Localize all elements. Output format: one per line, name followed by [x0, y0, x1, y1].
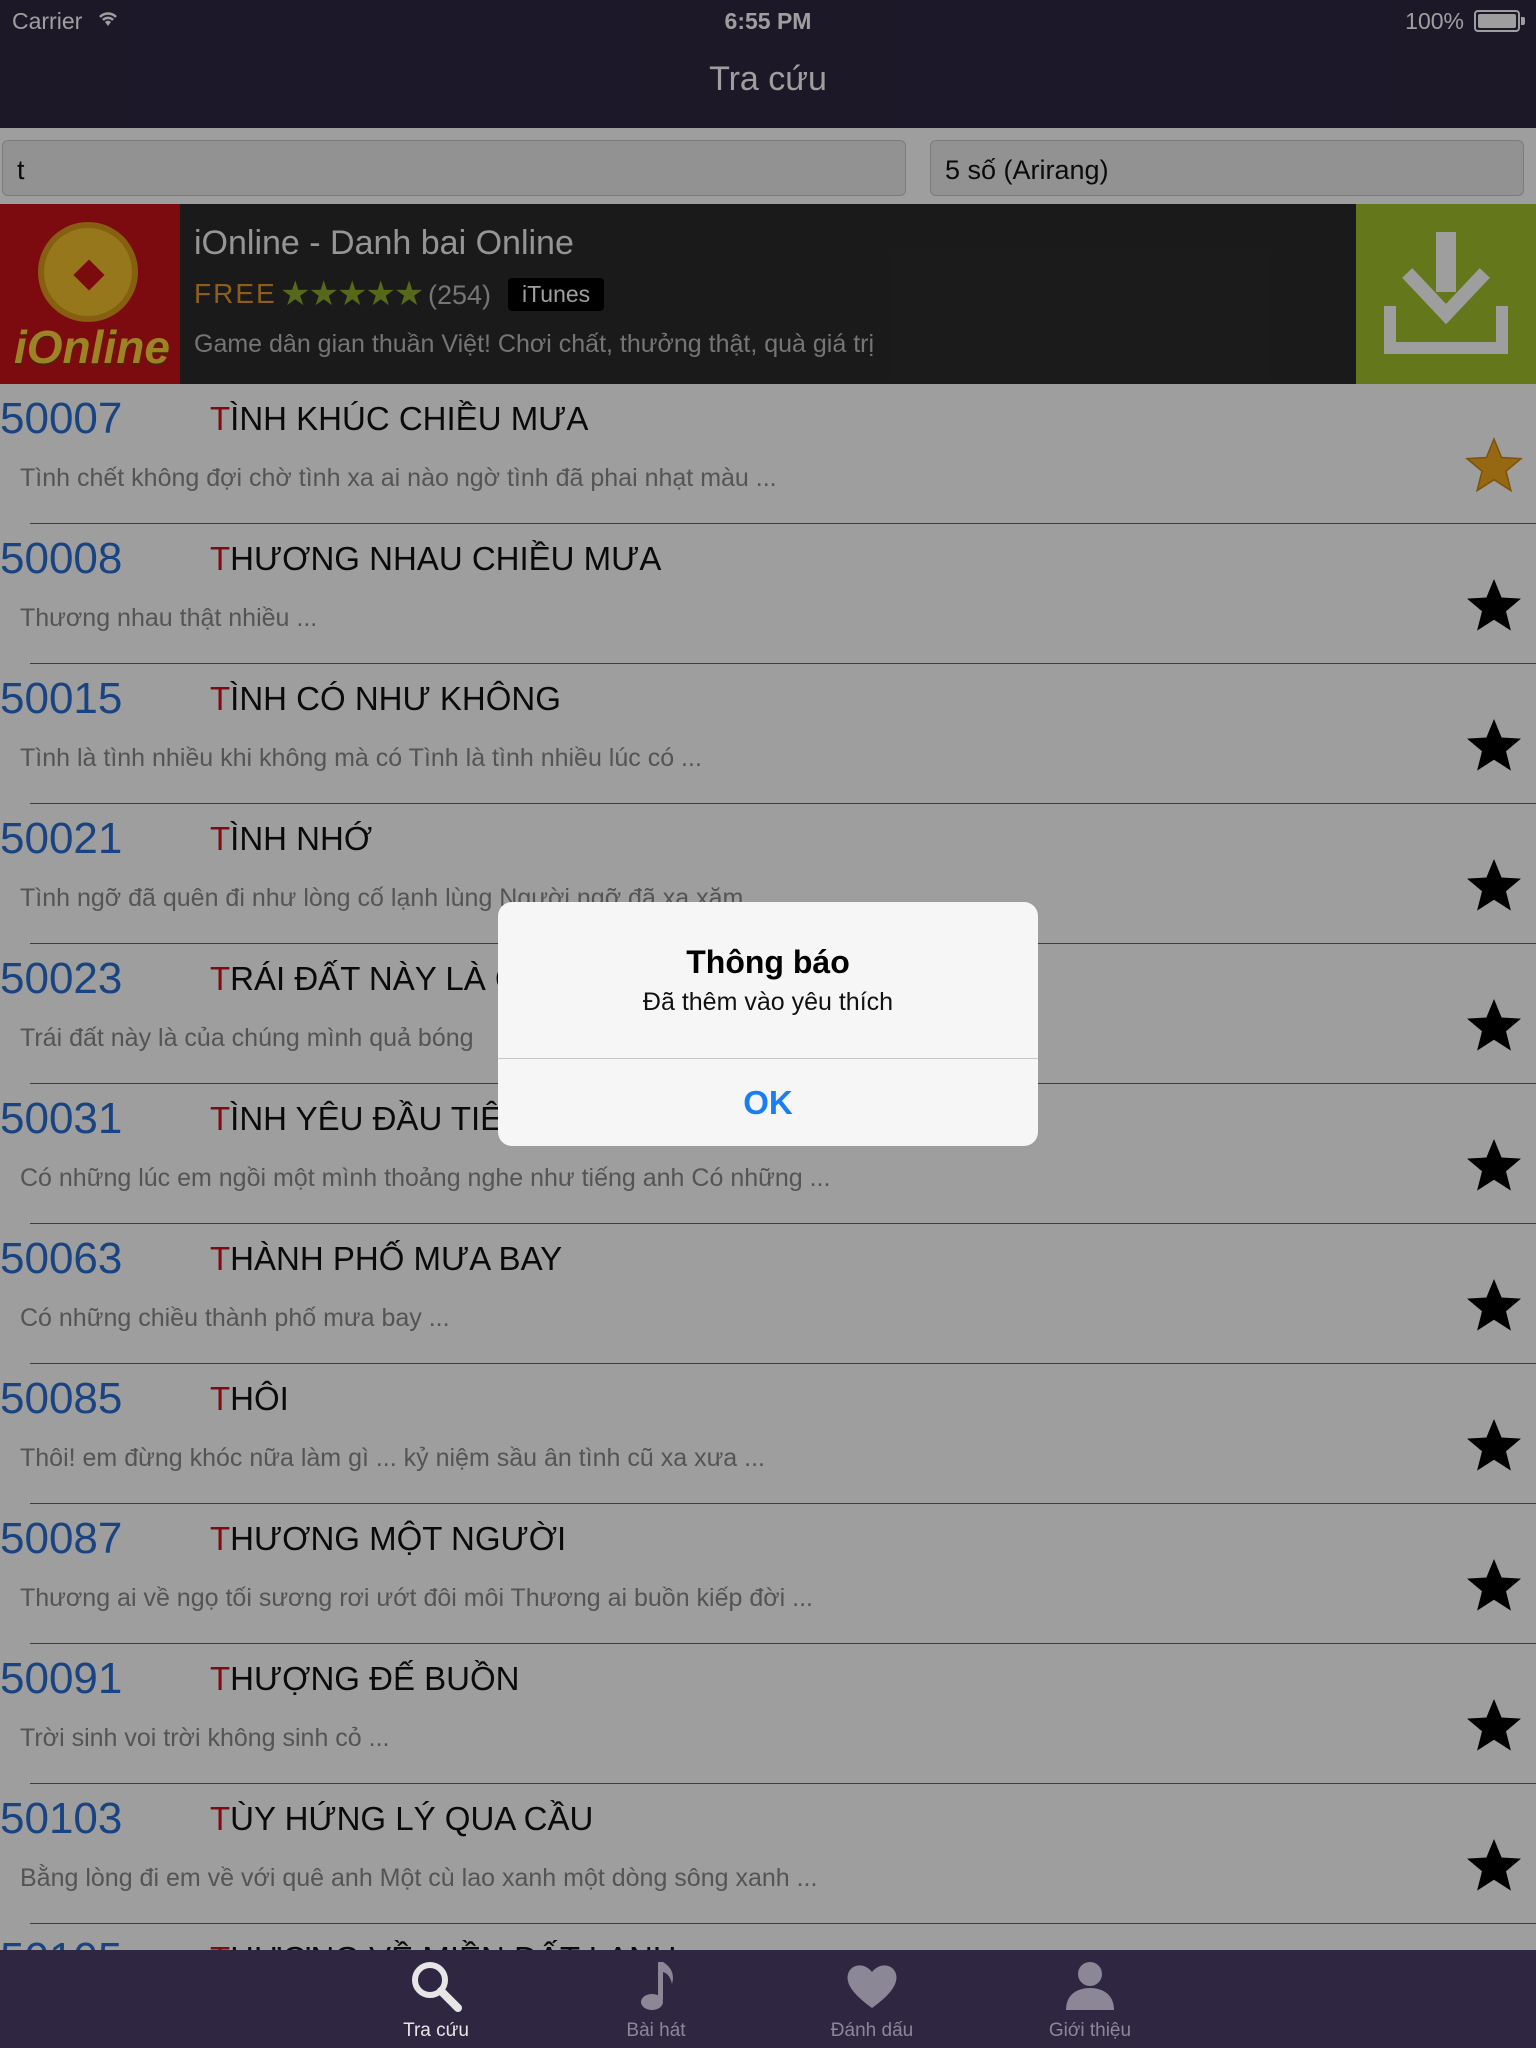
- alert-dialog: Thông báo Đã thêm vào yêu thích OK: [498, 902, 1038, 1146]
- tab-label: Đánh dấu: [830, 2020, 914, 2041]
- tab-4[interactable]: Giới thiệu: [990, 1950, 1190, 2048]
- tab-2[interactable]: Bài hát: [556, 1950, 756, 2048]
- tab-1[interactable]: Tra cứu: [336, 1950, 536, 2048]
- alert-title: Thông báo: [686, 944, 850, 980]
- tab-label: Giới thiệu: [1048, 2020, 1132, 2041]
- tab-label: Tra cứu: [403, 2020, 469, 2041]
- tab-label: Bài hát: [626, 2020, 686, 2041]
- ok-button[interactable]: OK: [498, 1059, 1038, 1146]
- search-icon: [406, 1958, 466, 2014]
- music-note-icon: [626, 1958, 686, 2014]
- tab-3[interactable]: Đánh dấu: [772, 1950, 972, 2048]
- heart-icon: [842, 1958, 902, 2014]
- person-icon: [1060, 1958, 1120, 2014]
- alert-message: Đã thêm vào yêu thích: [642, 988, 894, 1016]
- tab-bar: Tra cứu Bài hát Đánh dấu Giới thiệu: [0, 1950, 1536, 2048]
